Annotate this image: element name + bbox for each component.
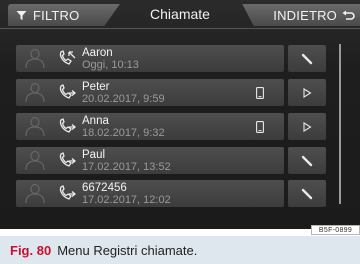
outgoing-call-icon [58, 185, 77, 206]
scrollbar[interactable] [339, 44, 341, 204]
outgoing-call-icon [58, 152, 77, 173]
filter-button[interactable]: FILTRO [8, 4, 120, 26]
edit-button[interactable] [288, 45, 326, 72]
contact-placeholder-icon [22, 116, 48, 142]
outgoing-call-icon [58, 84, 77, 105]
call-name: Paul [82, 149, 106, 161]
call-name: Anna [82, 115, 109, 127]
image-code: B5F-0899 [311, 225, 360, 235]
back-arrow-icon [342, 10, 355, 20]
call-time: 18.02.2017, 9:32 [82, 127, 165, 139]
incoming-call-icon [58, 50, 76, 71]
call-row[interactable]: Aaron Oggi, 10:13 [16, 45, 284, 72]
outgoing-call-icon [58, 118, 77, 139]
page-title: Chiamate [150, 6, 210, 22]
call-name: Aaron [82, 47, 113, 59]
contact-placeholder-icon [22, 82, 48, 108]
filter-label: FILTRO [33, 7, 80, 23]
call-name: Peter [82, 81, 110, 93]
call-time: 20.02.2017, 9:59 [82, 93, 165, 105]
call-row[interactable]: Peter 20.02.2017, 9:59 [16, 79, 284, 106]
caption-text: Menu Registri chiamate. [57, 242, 198, 258]
edit-button[interactable] [288, 147, 326, 174]
pencil-icon [301, 188, 313, 200]
play-button[interactable] [288, 113, 326, 140]
figure-caption: Fig. 80 Menu Registri chiamate. [0, 236, 360, 264]
play-icon [302, 121, 312, 132]
figure-label: Fig. 80 [10, 242, 52, 258]
back-label: INDIETRO [273, 7, 337, 23]
mobile-phone-icon [256, 86, 264, 104]
call-row[interactable]: Paul 17.02.2017, 13:52 [16, 147, 284, 174]
call-row[interactable]: 6672456 17.02.2017, 12:02 [16, 180, 284, 207]
top-bar: FILTRO Chiamate INDIETRO [0, 0, 360, 29]
call-name: 6672456 [82, 182, 127, 194]
contact-placeholder-icon [22, 48, 48, 74]
pencil-icon [301, 53, 313, 65]
contact-placeholder-icon [22, 183, 48, 209]
contact-placeholder-icon [22, 150, 48, 176]
infotainment-screen: FILTRO Chiamate INDIETRO Aaron Oggi, 10:1… [0, 0, 360, 229]
filter-icon [16, 10, 27, 20]
play-button[interactable] [288, 79, 326, 106]
call-time: Oggi, 10:13 [82, 59, 139, 71]
play-icon [302, 87, 312, 98]
call-time: 17.02.2017, 13:52 [82, 161, 171, 173]
call-time: 17.02.2017, 12:02 [82, 194, 171, 206]
back-button[interactable]: INDIETRO [242, 4, 360, 26]
header-divider [0, 28, 360, 29]
call-row[interactable]: Anna 18.02.2017, 9:32 [16, 113, 284, 140]
pencil-icon [301, 155, 313, 167]
edit-button[interactable] [288, 180, 326, 207]
mobile-phone-icon [256, 120, 264, 138]
